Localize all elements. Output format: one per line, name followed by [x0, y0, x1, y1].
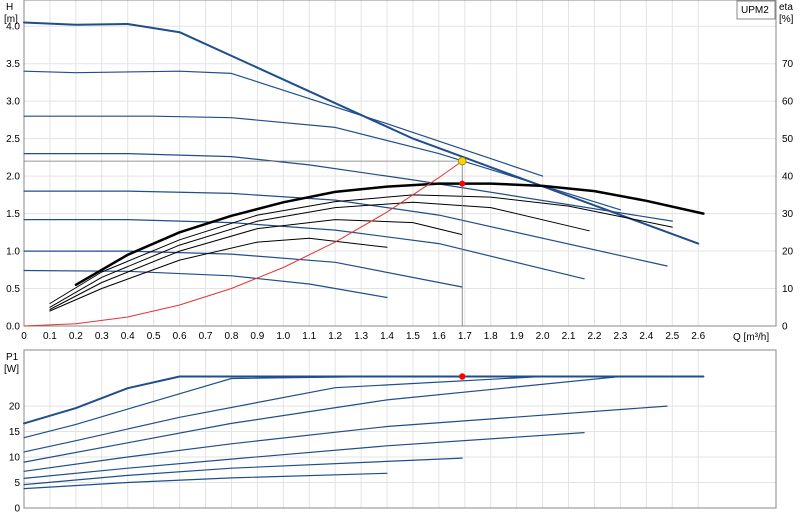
x-tick-label: 1.5	[406, 331, 420, 342]
y-right-tick-label: 60	[782, 97, 794, 108]
y-right-label: eta	[779, 2, 793, 13]
y-left-tick-label: 3.5	[6, 59, 20, 70]
power-curve	[23, 432, 585, 479]
x-tick-label: 0.4	[121, 331, 135, 342]
head-curve	[23, 153, 673, 222]
power-tick-label: 5	[14, 478, 20, 489]
bottom-tick-labels: 0 5 10 15 20	[9, 402, 21, 515]
y-right-tick-label: 10	[782, 284, 794, 295]
x-tick-label: 0.3	[95, 331, 109, 342]
y-left-label: H	[6, 2, 13, 13]
y-right-tick-label: 40	[782, 172, 794, 183]
power-axis-label: P1	[6, 352, 19, 363]
x-tick-label: 0.8	[224, 331, 238, 342]
y-right-tick-label: 50	[782, 134, 794, 145]
bottom-series	[23, 375, 705, 490]
pump-curve-chart: H [m] eta [%] UPM2 Q [m³/h] P1 [W] 0 0.1 0…	[4, 0, 794, 515]
x-tick-label: 2.3	[613, 331, 627, 342]
max-efficiency-curve	[74, 182, 705, 287]
x-tick-label: 1.3	[354, 331, 368, 342]
power-curve	[23, 375, 621, 463]
y-right-tick-label: 0	[782, 322, 788, 333]
power-tick-label: 0	[14, 504, 20, 515]
x-tick-label: 1.4	[380, 331, 394, 342]
x-tick-label: 0.1	[43, 331, 57, 342]
x-tick-label: 2.6	[691, 331, 705, 342]
x-tick-label: 1.7	[458, 331, 472, 342]
y-left-tick-label: 1.5	[6, 209, 20, 220]
top-plot-frame	[23, 0, 777, 327]
x-tick-label: 0.9	[250, 331, 264, 342]
power-curve	[23, 405, 668, 472]
power-tick-label: 10	[9, 453, 21, 464]
efficiency-point-marker	[459, 180, 466, 187]
y-left-tick-label: 0.0	[6, 322, 20, 333]
x-axis-label: Q [m³/h]	[733, 332, 769, 343]
top-tick-labels: 0 0.1 0.2 0.3 0.4 0.5 0.6 0.7 0.8 0.9 1.0 1.1 1.2 1.3…	[6, 22, 793, 342]
x-tick-label: 0.7	[199, 331, 213, 342]
head-curve	[23, 190, 668, 267]
x-tick-label: 0.5	[147, 331, 161, 342]
duty-point-marker	[458, 156, 467, 166]
y-left-tick-label: 1.0	[6, 247, 20, 258]
x-tick-label: 2.0	[536, 331, 550, 342]
x-tick-label: 1.1	[302, 331, 316, 342]
y-left-tick-label: 0.5	[6, 284, 20, 295]
x-tick-label: 2.2	[588, 331, 602, 342]
top-grid	[23, 0, 776, 327]
y-left-tick-label: 2.0	[6, 172, 20, 183]
y-left-tick-label: 4.0	[6, 22, 20, 33]
x-tick-label: 0.6	[173, 331, 187, 342]
x-tick-label: 0	[21, 331, 27, 342]
power-point-marker	[459, 373, 466, 380]
bottom-plot-frame	[23, 349, 777, 509]
x-tick-label: 0.2	[69, 331, 83, 342]
power-axis-unit: [W]	[4, 364, 19, 375]
y-left-tick-label: 3.0	[6, 97, 20, 108]
y-right-tick-label: 20	[782, 247, 794, 258]
power-tick-label: 15	[9, 427, 21, 438]
x-tick-label: 1.6	[432, 331, 446, 342]
y-right-unit: [%]	[779, 14, 794, 25]
x-tick-label: 1.0	[276, 331, 290, 342]
top-series	[23, 21, 705, 327]
max-power-curve	[23, 375, 705, 425]
x-tick-label: 2.4	[639, 331, 653, 342]
x-tick-label: 2.5	[665, 331, 679, 342]
x-tick-label: 1.9	[510, 331, 524, 342]
model-label: UPM2	[741, 5, 769, 16]
y-right-tick-label: 30	[782, 209, 794, 220]
y-right-tick-label: 70	[782, 59, 794, 70]
head-curve	[23, 250, 463, 288]
x-tick-label: 1.8	[484, 331, 498, 342]
bottom-grid	[23, 350, 776, 509]
y-left-tick-label: 2.5	[6, 134, 20, 145]
x-tick-label: 1.2	[328, 331, 342, 342]
x-tick-label: 2.1	[562, 331, 576, 342]
power-tick-label: 20	[9, 402, 21, 413]
